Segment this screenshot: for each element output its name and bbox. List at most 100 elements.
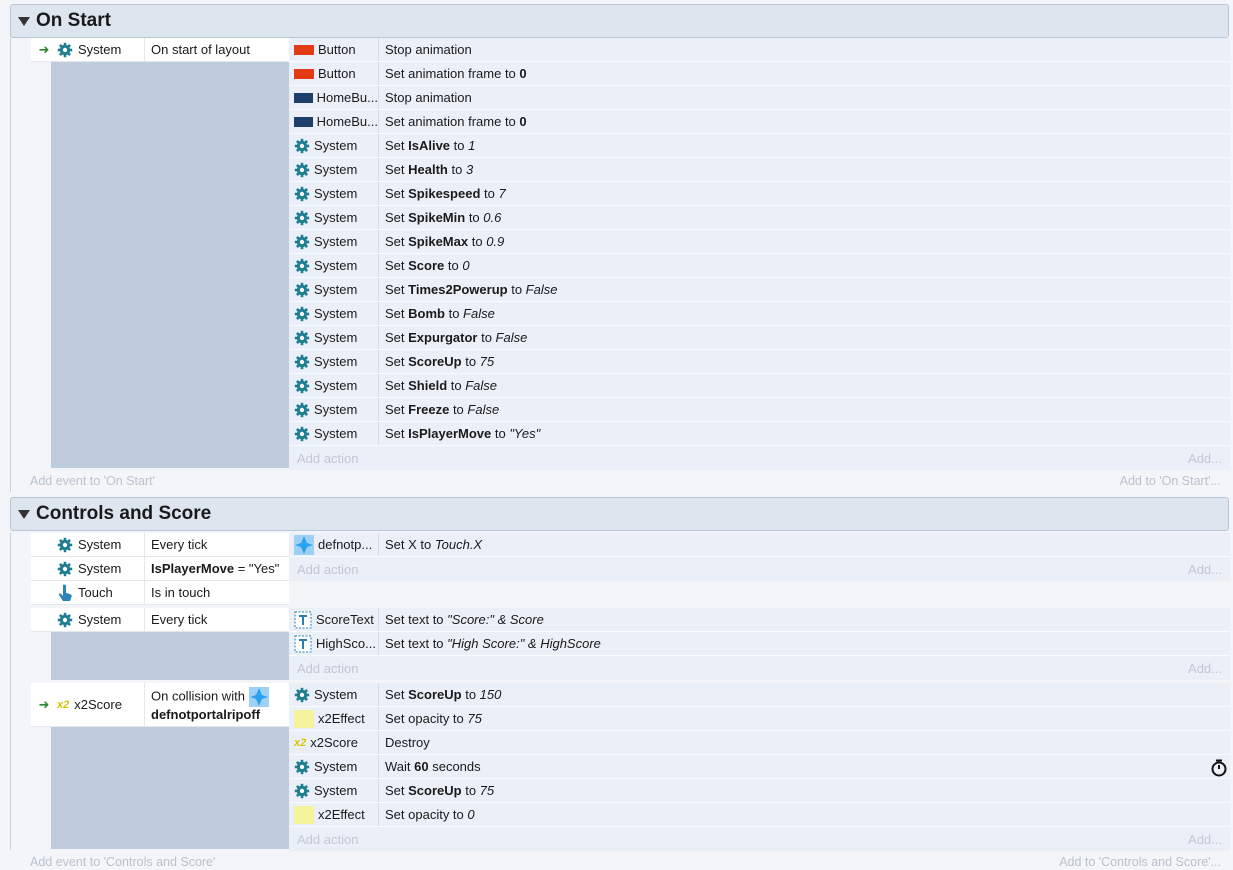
timer-icon[interactable] bbox=[1210, 759, 1228, 777]
object-name: ScoreText bbox=[316, 612, 374, 627]
action-row[interactable]: System Set Score to 0 bbox=[289, 254, 1230, 278]
add-action-link[interactable]: Add action bbox=[297, 451, 358, 466]
action-row[interactable]: x2Effect Set opacity to 75 bbox=[289, 707, 1230, 731]
add-more-link[interactable]: Add... bbox=[1188, 451, 1222, 466]
condition-row[interactable]: System Every tick bbox=[31, 533, 289, 557]
action-text: Set bbox=[385, 282, 409, 297]
action-object: System bbox=[289, 398, 379, 421]
object-name: System bbox=[78, 612, 122, 627]
effect-sprite-icon bbox=[294, 805, 314, 824]
action-value: 75 bbox=[479, 783, 495, 798]
action-row[interactable]: Button Stop animation bbox=[289, 38, 1230, 62]
action-row[interactable]: defnotp... Set X to Touch.X bbox=[289, 533, 1230, 557]
action-row[interactable]: System Set ScoreUp to 75 bbox=[289, 779, 1230, 803]
action-description: Set text to "High Score:" & HighScore bbox=[379, 636, 1230, 651]
action-row[interactable]: x2Effect Set opacity to 0 bbox=[289, 803, 1230, 827]
add-to-group-link[interactable]: Add to 'Controls and Score'... bbox=[1059, 855, 1221, 869]
add-action-link[interactable]: Add action bbox=[297, 562, 358, 577]
action-text: Set bbox=[385, 402, 409, 417]
action-row[interactable]: System Set Expurgator to False bbox=[289, 326, 1230, 350]
action-row[interactable]: x2 x2Score Destroy bbox=[289, 731, 1230, 755]
collapse-triangle-icon[interactable] bbox=[18, 16, 30, 26]
action-row[interactable]: HomeBu... Stop animation bbox=[289, 86, 1230, 110]
action-text: Stop animation bbox=[385, 90, 472, 105]
gear-icon bbox=[294, 687, 310, 702]
action-object: System bbox=[289, 422, 379, 445]
action-row[interactable]: System Wait 60 seconds bbox=[289, 755, 1230, 779]
condition-label: = "Yes" bbox=[234, 561, 280, 576]
trigger-arrow-icon: ➜ bbox=[38, 41, 50, 57]
add-event-row[interactable]: Add event to 'On Start' Add to 'On Start… bbox=[30, 470, 1221, 492]
add-event-link[interactable]: Add event to 'Controls and Score' bbox=[30, 855, 215, 869]
action-text: Set bbox=[385, 162, 409, 177]
action-text: to bbox=[468, 234, 487, 249]
action-row[interactable]: System Set IsAlive to 1 bbox=[289, 134, 1230, 158]
action-text: Set bbox=[385, 354, 409, 369]
action-object: x2Effect bbox=[289, 707, 379, 730]
event-every-tick-touch[interactable]: System Every tick System IsPlayerMove = "Ye… bbox=[31, 533, 1230, 605]
action-param: Shield bbox=[408, 378, 448, 393]
add-action-link[interactable]: Add action bbox=[297, 832, 358, 847]
action-param: ScoreUp bbox=[408, 354, 462, 369]
gear-icon bbox=[57, 612, 73, 627]
action-description: Set IsPlayerMove to "Yes" bbox=[379, 426, 1230, 441]
condition-row[interactable]: Touch Is in touch bbox=[31, 581, 289, 605]
action-row[interactable]: System Set ScoreUp to 150 bbox=[289, 683, 1230, 707]
action-row[interactable]: System Set IsPlayerMove to "Yes" bbox=[289, 422, 1230, 446]
add-more-link[interactable]: Add... bbox=[1188, 832, 1222, 847]
gear-icon bbox=[57, 42, 73, 57]
group-header-controls-and-score[interactable]: Controls and Score bbox=[10, 497, 1229, 531]
action-row[interactable]: System Set SpikeMin to 0.6 bbox=[289, 206, 1230, 230]
collapse-triangle-icon[interactable] bbox=[18, 509, 30, 519]
action-row[interactable]: System Set Spikespeed to 7 bbox=[289, 182, 1230, 206]
action-text: to bbox=[447, 378, 466, 393]
condition-target: defnotportalripoff bbox=[151, 706, 261, 722]
text-object-icon bbox=[294, 635, 312, 652]
action-row[interactable]: System Set Shield to False bbox=[289, 374, 1230, 398]
action-row[interactable]: System Set Freeze to False bbox=[289, 398, 1230, 422]
action-value: 0.9 bbox=[486, 234, 505, 249]
object-name: HomeBu... bbox=[316, 90, 378, 105]
action-row[interactable]: Button Set animation frame to 0 bbox=[289, 62, 1230, 86]
add-action-row[interactable]: Add action Add... bbox=[289, 557, 1230, 581]
action-row[interactable]: System Set SpikeMax to 0.9 bbox=[289, 230, 1230, 254]
action-row[interactable]: System Set ScoreUp to 75 bbox=[289, 350, 1230, 374]
condition-row[interactable]: System Every tick bbox=[31, 608, 289, 632]
add-action-row[interactable]: Add action Add... bbox=[289, 656, 1230, 680]
action-row[interactable]: ScoreText Set text to "Score:" & Score bbox=[289, 608, 1230, 632]
gear-icon bbox=[294, 210, 310, 225]
action-text: Set bbox=[385, 186, 409, 201]
action-row[interactable]: System Set Times2Powerup to False bbox=[289, 278, 1230, 302]
condition-row[interactable]: ➜ System On start of layout bbox=[31, 38, 289, 62]
action-text: to bbox=[461, 783, 480, 798]
add-to-group-link[interactable]: Add to 'On Start'... bbox=[1120, 474, 1221, 488]
action-description: Set X to Touch.X bbox=[379, 537, 1230, 552]
add-action-row[interactable]: Add action Add... bbox=[289, 446, 1230, 470]
action-object: System bbox=[289, 278, 379, 301]
add-more-link[interactable]: Add... bbox=[1188, 562, 1222, 577]
add-action-row[interactable]: Add action Add... bbox=[289, 827, 1230, 851]
object-name: Button bbox=[318, 42, 356, 57]
group-header-on-start[interactable]: On Start bbox=[10, 4, 1229, 38]
add-event-row[interactable]: Add event to 'Controls and Score' Add to… bbox=[30, 851, 1221, 870]
add-event-link[interactable]: Add event to 'On Start' bbox=[30, 474, 155, 488]
add-action-link[interactable]: Add action bbox=[297, 661, 358, 676]
action-param: SpikeMin bbox=[408, 210, 466, 225]
action-text: Set bbox=[385, 210, 409, 225]
action-object: x2 x2Score bbox=[289, 731, 379, 754]
action-text: Stop animation bbox=[385, 42, 472, 57]
condition-row[interactable]: System IsPlayerMove = "Yes" bbox=[31, 557, 289, 581]
object-name: HighSco... bbox=[316, 636, 376, 651]
add-more-link[interactable]: Add... bbox=[1188, 661, 1222, 676]
action-row[interactable]: HighSco... Set text to "High Score:" & Hi… bbox=[289, 632, 1230, 656]
condition-row[interactable]: ➜ x2 x2Score On collision with defnotpor… bbox=[31, 683, 289, 727]
gear-icon bbox=[294, 330, 310, 345]
action-row[interactable]: System Set Health to 3 bbox=[289, 158, 1230, 182]
event-x2score-collision[interactable]: ➜ x2 x2Score On collision with defnotpor… bbox=[31, 683, 1230, 851]
action-description: Set ScoreUp to 75 bbox=[379, 783, 1230, 798]
event-every-tick-score[interactable]: System Every tick ScoreText Set text to "S… bbox=[31, 608, 1230, 680]
action-row[interactable]: System Set Bomb to False bbox=[289, 302, 1230, 326]
object-name: System bbox=[78, 561, 122, 576]
action-row[interactable]: HomeBu... Set animation frame to 0 bbox=[289, 110, 1230, 134]
event-on-start-of-layout[interactable]: ➜ System On start of layout Button Stop a… bbox=[31, 38, 1230, 470]
